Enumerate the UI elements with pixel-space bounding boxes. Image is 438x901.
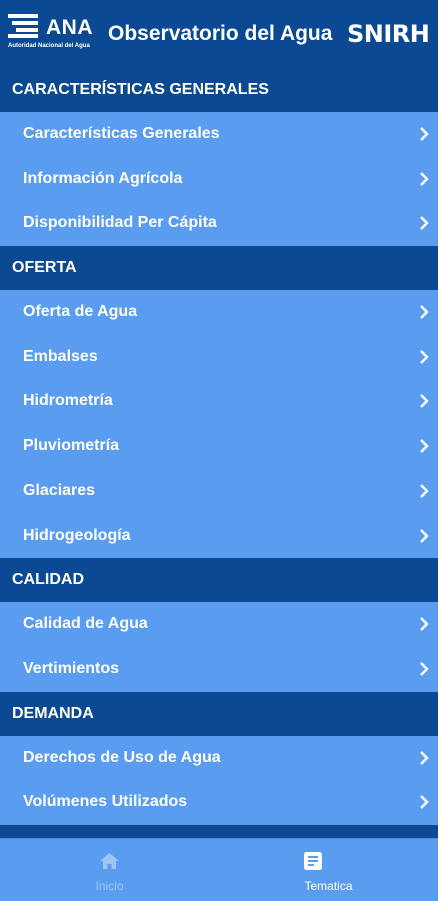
ana-logo-text: ANA <box>46 16 93 39</box>
menu-item-hidrogeologia[interactable]: Hidrogeología <box>0 513 438 559</box>
chevron-right-icon <box>420 750 429 765</box>
tab-inicio[interactable]: Inicio <box>0 839 219 901</box>
menu-item-label: Hidrogeología <box>23 526 131 544</box>
menu-item-label: Información Agrícola <box>23 169 183 187</box>
chevron-right-icon <box>420 662 429 676</box>
menu-item-label: Volúmenes Utilizados <box>23 793 188 811</box>
menu-item-pluviometria[interactable]: Pluviometría <box>0 424 438 469</box>
bottom-navigation: Inicio Tematica <box>0 838 438 901</box>
tab-tematica-label: Tematica <box>304 879 353 893</box>
menu-item-label: Vertimientos <box>23 659 120 677</box>
menu-item-label: Pluviometría <box>23 437 120 455</box>
thematic-menu: CARACTERÍSTICAS GENERALES Característica… <box>0 68 438 838</box>
menu-item-volumenes-utilizados[interactable]: Volúmenes Utilizados <box>0 780 438 825</box>
menu-item-glaciares[interactable]: Glaciares <box>0 468 438 514</box>
next-section-header-partial <box>0 824 438 838</box>
menu-item-label: Calidad de Agua <box>23 615 148 633</box>
chevron-right-icon <box>420 305 429 319</box>
ana-logo-subtext: Autoridad Nacional del Agua <box>8 43 90 49</box>
ana-logo-mark-icon <box>8 14 38 38</box>
chevron-right-icon <box>420 349 429 364</box>
menu-item-label: Características Generales <box>23 125 220 142</box>
section-header-caracteristicas: CARACTERÍSTICAS GENERALES <box>0 68 438 112</box>
chevron-right-icon <box>420 394 429 409</box>
menu-item-derechos-de-uso[interactable]: Derechos de Uso de Agua <box>0 735 438 781</box>
tab-tematica[interactable]: Tematica <box>219 839 438 901</box>
menu-item-hidrometria[interactable]: Hidrometría <box>0 379 438 425</box>
chevron-right-icon <box>420 216 429 231</box>
menu-item-label: Glaciares <box>23 481 96 499</box>
ana-logo: ANA Autoridad Nacional del Agua <box>6 10 98 56</box>
menu-item-calidad-de-agua[interactable]: Calidad de Agua <box>0 602 438 647</box>
tab-inicio-label: Inicio <box>95 879 124 893</box>
home-icon <box>100 853 119 869</box>
menu-item-label: Disponibilidad Per Cápita <box>23 214 217 232</box>
menu-item-caracteristicas-generales[interactable]: Características Generales <box>0 112 438 157</box>
menu-item-vertimientos[interactable]: Vertimientos <box>0 646 438 692</box>
app-header: ANA Autoridad Nacional del Agua Observat… <box>0 0 438 68</box>
menu-item-label: Hidrometría <box>23 392 113 410</box>
menu-item-disponibilidad-per-capita[interactable]: Disponibilidad Per Cápita <box>0 201 438 247</box>
menu-item-oferta-de-agua[interactable]: Oferta de Agua <box>0 290 438 335</box>
chevron-right-icon <box>420 439 429 453</box>
menu-item-label: Embalses <box>23 347 98 365</box>
section-header-demanda: DEMANDA <box>0 691 438 736</box>
snirh-logo: SNIRH <box>347 20 430 48</box>
page-title: Observatorio del Agua <box>108 22 333 45</box>
chevron-right-icon <box>420 528 429 543</box>
menu-item-label: Oferta de Agua <box>23 303 138 321</box>
section-header-oferta: OFERTA <box>0 246 438 291</box>
menu-item-informacion-agricola[interactable]: Información Agrícola <box>0 156 438 202</box>
section-header-calidad: CALIDAD <box>0 558 438 603</box>
menu-item-embalses[interactable]: Embalses <box>0 334 438 380</box>
chevron-right-icon <box>420 127 429 141</box>
chevron-right-icon <box>420 483 429 498</box>
document-icon <box>304 852 322 870</box>
chevron-right-icon <box>420 617 429 632</box>
menu-item-label: Derechos de Uso de Agua <box>23 748 221 766</box>
chevron-right-icon <box>420 171 429 186</box>
chevron-right-icon <box>420 795 429 810</box>
